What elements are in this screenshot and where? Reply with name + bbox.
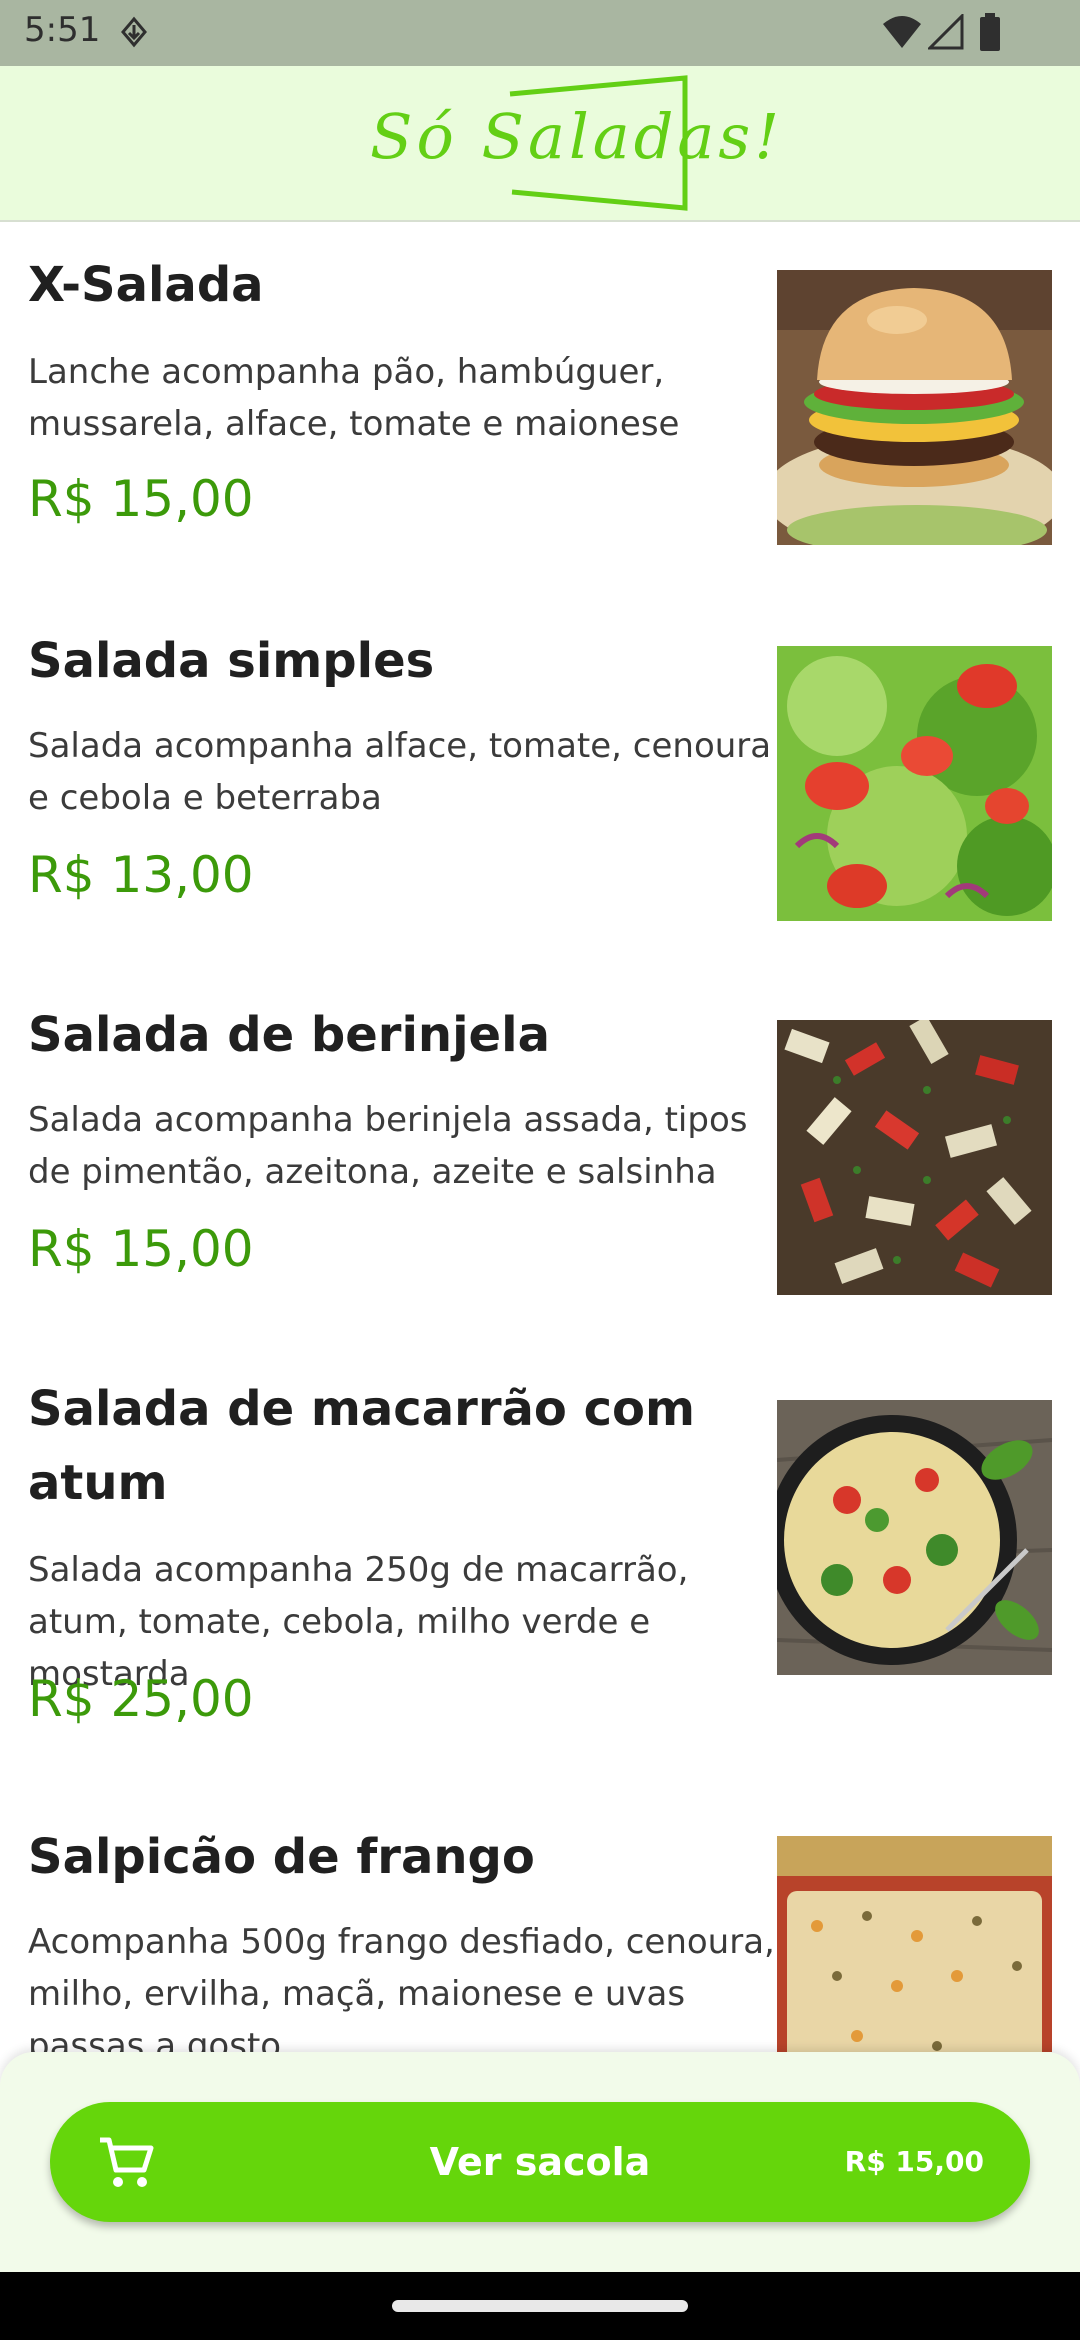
system-nav-bar bbox=[0, 2272, 1080, 2340]
item-description: Lanche acompanha pão, hambúguer, mussare… bbox=[28, 352, 680, 444]
download-icon bbox=[121, 16, 147, 48]
home-indicator[interactable] bbox=[392, 2300, 688, 2312]
item-title: Salada de macarrão com atum bbox=[28, 1381, 696, 1511]
menu-item-x-salada[interactable]: X-Salada Lanche acompanha pão, hambúguer… bbox=[0, 222, 1080, 596]
app-header: Só Saladas! bbox=[0, 66, 1080, 222]
chicken-salpicao-photo bbox=[777, 1836, 1052, 2052]
item-description: Acompanha 500g frango desfiado, cenoura,… bbox=[28, 1922, 775, 2052]
burger-photo bbox=[777, 270, 1052, 545]
item-price: R$ 15,00 bbox=[28, 1220, 254, 1278]
item-price: R$ 25,00 bbox=[28, 1670, 254, 1728]
menu-item-salpicao-frango[interactable]: Salpicão de frango Acompanha 500g frango… bbox=[0, 1792, 1080, 2052]
item-price: R$ 15,00 bbox=[28, 470, 254, 528]
menu-item-salada-simples[interactable]: Salada simples Salada acompanha alface, … bbox=[0, 596, 1080, 970]
item-title: X-Salada bbox=[28, 257, 264, 313]
battery-icon bbox=[980, 13, 1000, 51]
brand-logo: Só Saladas! bbox=[360, 70, 779, 216]
item-title: Salada de berinjela bbox=[28, 1007, 550, 1063]
item-price: R$ 13,00 bbox=[28, 846, 254, 904]
pasta-salad-photo bbox=[777, 1400, 1052, 1675]
item-title: Salada simples bbox=[28, 633, 435, 689]
status-time: 5:51 bbox=[24, 10, 101, 50]
menu-item-salada-macarrao[interactable]: Salada de macarrão com atum Salada acomp… bbox=[0, 1344, 1080, 1792]
item-description: Salada acompanha berinjela assada, tipos… bbox=[28, 1100, 748, 1192]
signal-icon bbox=[928, 14, 964, 50]
green-salad-photo bbox=[777, 646, 1052, 921]
wifi-icon bbox=[883, 16, 921, 48]
cart-panel: Ver sacola R$ 15,00 bbox=[0, 2052, 1080, 2272]
eggplant-salad-photo bbox=[777, 1020, 1052, 1295]
item-description: Salada acompanha alface, tomate, cenoura… bbox=[28, 726, 772, 818]
menu-item-salada-berinjela[interactable]: Salada de berinjela Salada acompanha ber… bbox=[0, 970, 1080, 1344]
status-bar: 5:51 bbox=[0, 0, 1080, 66]
cart-total: R$ 15,00 bbox=[844, 2145, 984, 2178]
logo-text: Só Saladas! bbox=[370, 100, 784, 173]
item-title: Salpicão de frango bbox=[28, 1829, 535, 1885]
menu-list[interactable]: X-Salada Lanche acompanha pão, hambúguer… bbox=[0, 222, 1080, 2052]
view-cart-button[interactable]: Ver sacola R$ 15,00 bbox=[50, 2102, 1030, 2222]
